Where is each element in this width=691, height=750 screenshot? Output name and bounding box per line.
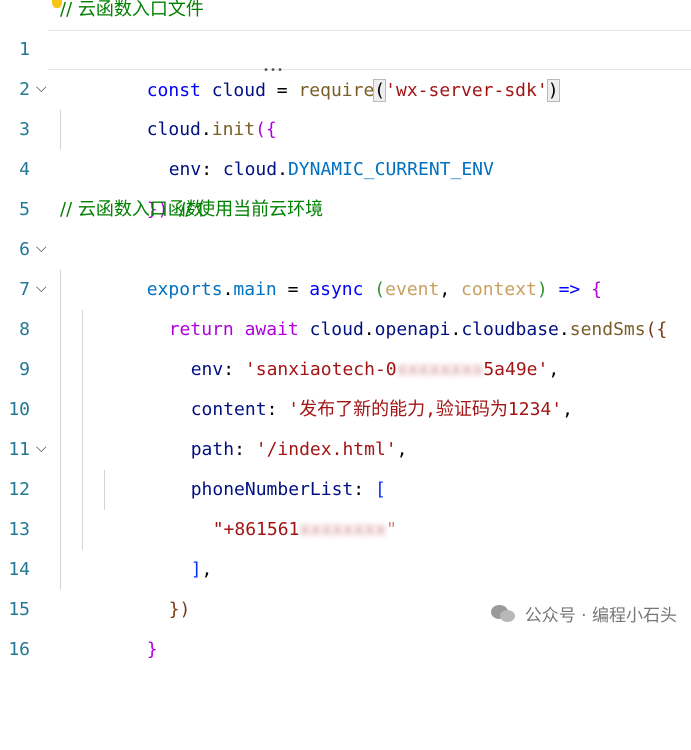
code-line[interactable]: 12 ⌵ phoneNumberList: [ bbox=[0, 428, 691, 500]
indent-guide bbox=[60, 270, 61, 310]
code-editor[interactable]: 1 // 云函数入口文件 2 const cloud = require('wx… bbox=[0, 0, 691, 660]
code-comment: // 云函数入口文件 bbox=[60, 0, 204, 20]
indent-guide bbox=[82, 470, 83, 510]
watermark: 公众号 · 编程小石头 bbox=[490, 601, 677, 626]
fold-chevron-icon[interactable]: ⌵ bbox=[36, 428, 47, 468]
fold-chevron-icon[interactable]: ⌵ bbox=[36, 268, 47, 308]
code-line[interactable]: 9 env: 'sanxiaotech-0xxxxxxxx5a49e', bbox=[0, 310, 691, 380]
indent-guide bbox=[82, 310, 83, 350]
indent-guide bbox=[104, 470, 105, 510]
watermark-text: 公众号 · 编程小石头 bbox=[524, 606, 677, 626]
code-line[interactable]: 13 "+861561xxxxxxxx" bbox=[0, 470, 691, 540]
indent-guide bbox=[60, 470, 61, 510]
code-line[interactable]: 4 env: cloud.DYNAMIC_CURRENT_ENV bbox=[0, 110, 691, 180]
indent-guide bbox=[60, 110, 61, 150]
indent-guide bbox=[82, 510, 83, 550]
code-line[interactable]: 11 path: '/index.html', bbox=[0, 390, 691, 460]
code-line[interactable]: 5 }) // 使用当前云环境 bbox=[0, 150, 691, 220]
indent-guide bbox=[60, 430, 61, 470]
indent-guide bbox=[82, 350, 83, 390]
code-line[interactable]: 2 const cloud = require('wx-server-sdk')… bbox=[0, 30, 691, 102]
indent-guide bbox=[60, 510, 61, 550]
code-line[interactable]: 15 }) bbox=[0, 550, 691, 620]
code-line[interactable]: 8 ⌵ return await cloud.openapi.cloudbase… bbox=[0, 268, 691, 340]
indent-guide bbox=[60, 390, 61, 430]
fold-chevron-icon[interactable]: ⌵ bbox=[36, 228, 47, 268]
wechat-icon bbox=[490, 603, 517, 625]
code-line[interactable]: 3 ⌵ cloud.init({ bbox=[0, 68, 691, 140]
code-line[interactable]: 1 // 云函数入口文件 bbox=[0, 0, 691, 60]
code-line[interactable]: 10 content: '发布了新的能力,验证码为1234', bbox=[0, 350, 691, 420]
line-number: 16 bbox=[8, 639, 30, 660]
token-brace: } bbox=[146, 639, 158, 660]
code-line[interactable]: 6 // 云函数入口函数 bbox=[0, 190, 691, 260]
indent-guide bbox=[60, 310, 61, 350]
code-line[interactable]: 7 ⌵ exports.main = async (event, context… bbox=[0, 228, 691, 300]
code-comment: // 云函数入口函数 bbox=[60, 199, 204, 220]
indent-guide bbox=[82, 390, 83, 430]
code-line[interactable]: 14 ], bbox=[0, 510, 691, 580]
indent-guide bbox=[60, 350, 61, 390]
indent-guide bbox=[82, 430, 83, 470]
indent-guide bbox=[60, 550, 61, 590]
fold-chevron-icon[interactable]: ⌵ bbox=[36, 68, 47, 108]
